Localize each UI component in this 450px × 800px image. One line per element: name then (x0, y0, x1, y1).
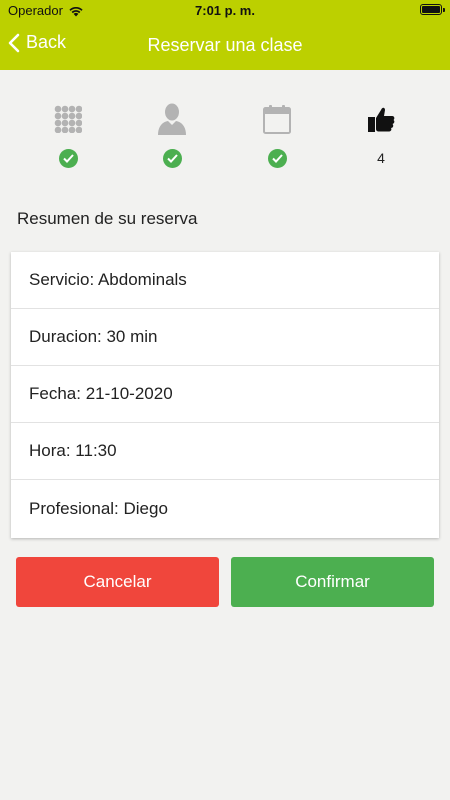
check-icon (162, 148, 182, 168)
calendar-icon (247, 100, 307, 138)
check-icon (267, 148, 287, 168)
booking-steps: 4 (0, 100, 450, 180)
summary-row-duration: Duracion: 30 min (11, 309, 439, 366)
summary-row-time: Hora: 11:30 (11, 423, 439, 480)
grid-icon (38, 100, 98, 138)
summary-title: Resumen de su reserva (17, 209, 198, 228)
summary-card: Servicio: Abdominals Duracion: 30 min Fe… (11, 252, 439, 538)
step-service[interactable] (38, 100, 98, 168)
step-professional[interactable] (142, 100, 202, 168)
step-date[interactable] (247, 100, 307, 168)
header-bar: Operador 7:01 p. m. Back Reservar una cl… (0, 0, 450, 70)
page-title: Reservar una clase (147, 35, 303, 55)
summary-row-professional: Profesional: Diego (29, 499, 168, 518)
thumbs-up-icon (351, 100, 411, 138)
cancel-button[interactable]: Cancelar (16, 557, 219, 607)
step-number: 4 (377, 150, 385, 166)
status-bar: Operador 7:01 p. m. (0, 0, 450, 22)
step-confirm[interactable]: 4 (351, 100, 411, 168)
battery-icon (420, 4, 445, 15)
person-icon (142, 100, 202, 138)
navigation-bar: Back Reservar una clase (0, 22, 450, 70)
status-time: 7:01 p. m. (195, 3, 255, 18)
confirm-button[interactable]: Confirmar (231, 557, 434, 607)
check-icon (58, 148, 78, 168)
summary-row-date: Fecha: 21-10-2020 (11, 366, 439, 423)
summary-row-service: Servicio: Abdominals (11, 252, 439, 309)
